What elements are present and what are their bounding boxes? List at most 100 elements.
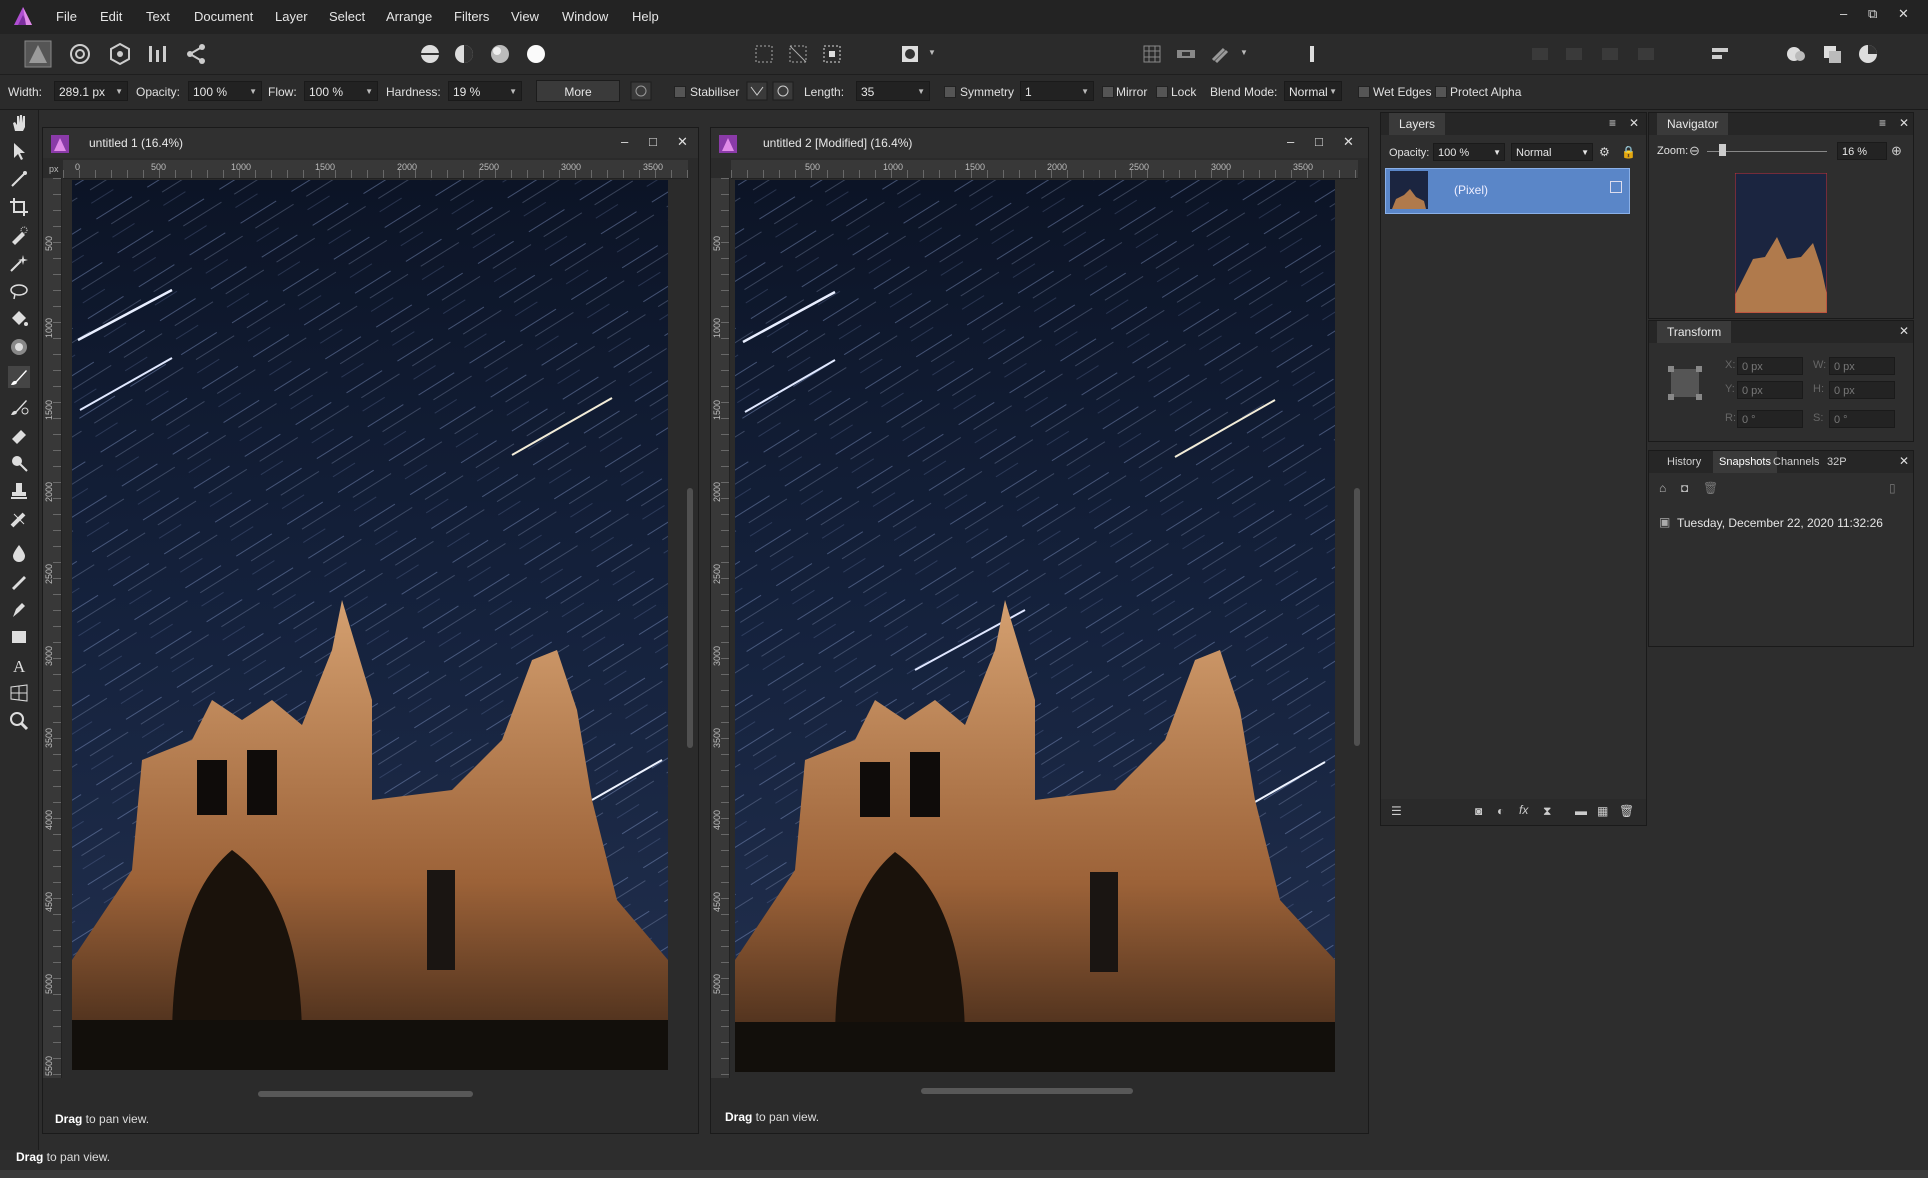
arrange-front-icon[interactable] bbox=[1634, 42, 1658, 66]
doc2-canvas[interactable] bbox=[735, 180, 1335, 1072]
window-mode-icon[interactable] bbox=[772, 81, 794, 101]
selection-brush-tool-icon[interactable] bbox=[8, 224, 30, 246]
layer-blend-select[interactable]: Normal ▼ bbox=[1511, 143, 1593, 161]
tab-layers[interactable]: Layers bbox=[1389, 113, 1446, 135]
transform-y-field[interactable]: 0 px bbox=[1737, 381, 1803, 399]
doc2-vertical-ruler[interactable]: 500 1000 1500 2000 2500 3000 3500 4000 4500 5000 bbox=[711, 178, 730, 1078]
menu-select[interactable]: Select bbox=[329, 9, 365, 24]
blend-mode-select[interactable]: Normal ▼ bbox=[1284, 81, 1342, 101]
doc1-horizontal-scrollbar[interactable] bbox=[258, 1091, 473, 1097]
auto-contrast-icon[interactable] bbox=[452, 42, 476, 66]
doc2-maximize-button[interactable]: □ bbox=[1315, 134, 1323, 149]
tab-transform[interactable]: Transform bbox=[1657, 321, 1732, 343]
context-toolbar-icon[interactable] bbox=[1300, 42, 1324, 66]
mask-layer-icon[interactable]: ◙ bbox=[1475, 804, 1482, 818]
tone-mapping-persona-icon[interactable] bbox=[146, 42, 170, 66]
opacity-field[interactable]: 100 % ▼ bbox=[188, 81, 262, 101]
quick-mask-dropdown-icon[interactable]: ▼ bbox=[928, 48, 936, 57]
layer-visibility-checkbox[interactable] bbox=[1610, 181, 1622, 193]
pen-tool-icon[interactable] bbox=[8, 598, 30, 620]
anchor-selector-icon[interactable] bbox=[1667, 365, 1703, 401]
crop-tool-icon[interactable] bbox=[8, 196, 30, 218]
tab-channels[interactable]: Channels bbox=[1773, 456, 1819, 468]
chevron-down-icon[interactable]: ▼ bbox=[1581, 144, 1589, 162]
layer-opacity-field[interactable]: 100 % ▼ bbox=[1433, 143, 1505, 161]
symmetry-checkbox[interactable] bbox=[944, 86, 956, 98]
tab-32p[interactable]: 32P bbox=[1827, 456, 1847, 468]
trash-icon[interactable]: 🗑 bbox=[1619, 804, 1634, 818]
more-button[interactable]: More bbox=[536, 80, 620, 102]
flood-select-tool-icon[interactable] bbox=[8, 252, 30, 274]
assistant-icon[interactable] bbox=[1784, 42, 1808, 66]
liquify-persona-icon[interactable] bbox=[68, 42, 92, 66]
menu-filters[interactable]: Filters bbox=[454, 9, 489, 24]
view-tool-hand-icon[interactable] bbox=[8, 112, 30, 134]
hardness-field[interactable]: 19 % ▼ bbox=[448, 81, 522, 101]
photo-persona-icon[interactable] bbox=[24, 40, 52, 68]
move-tool-icon[interactable] bbox=[8, 140, 30, 162]
doc1-horizontal-ruler[interactable]: 0 500 1000 1500 2000 2500 3000 3500 bbox=[63, 160, 688, 179]
chevron-down-icon[interactable]: ▼ bbox=[365, 82, 373, 102]
menu-view[interactable]: View bbox=[511, 9, 539, 24]
rectangle-tool-icon[interactable] bbox=[8, 626, 30, 648]
protect-alpha-checkbox[interactable] bbox=[1435, 86, 1447, 98]
app-restore-button[interactable]: ⧉ bbox=[1868, 6, 1877, 22]
navigator-thumbnail[interactable] bbox=[1735, 173, 1827, 313]
lock-checkbox[interactable] bbox=[1156, 86, 1168, 98]
gradient-tool-icon[interactable] bbox=[8, 336, 30, 358]
close-icon[interactable]: ✕ bbox=[1899, 324, 1909, 338]
width-field[interactable]: 289.1 px ▼ bbox=[54, 81, 128, 101]
new-document-from-snapshot-icon[interactable]: ▯ bbox=[1889, 481, 1896, 495]
artistic-text-tool-icon[interactable]: A bbox=[8, 654, 30, 676]
adjustment-layer-icon[interactable]: ◐ bbox=[1497, 804, 1504, 818]
chevron-down-icon[interactable]: ▼ bbox=[1329, 82, 1337, 102]
color-picker-icon[interactable] bbox=[1856, 42, 1880, 66]
add-snapshot-icon[interactable]: ⌂ bbox=[1659, 481, 1666, 495]
tab-snapshots[interactable]: Snapshots bbox=[1713, 451, 1777, 473]
doc2-vertical-scrollbar[interactable] bbox=[1354, 488, 1360, 746]
snapshot-item[interactable]: Tuesday, December 22, 2020 11:32:26 bbox=[1677, 516, 1883, 530]
zoom-out-icon[interactable]: ⊖ bbox=[1689, 143, 1700, 159]
alignment-icon[interactable] bbox=[1708, 42, 1732, 66]
live-filter-icon[interactable]: ⧗ bbox=[1543, 804, 1551, 819]
snapping-dropdown-icon[interactable]: ▼ bbox=[1240, 48, 1248, 57]
menu-document[interactable]: Document bbox=[194, 9, 253, 24]
transform-s-field[interactable]: 0 ° bbox=[1829, 410, 1895, 428]
restore-snapshot-icon[interactable]: ◘ bbox=[1681, 481, 1688, 495]
layer-row[interactable]: (Pixel) bbox=[1385, 168, 1630, 214]
snapping-options-icon[interactable] bbox=[1174, 42, 1198, 66]
lock-icon[interactable]: 🔒 bbox=[1621, 145, 1636, 159]
auto-levels-icon[interactable] bbox=[418, 42, 442, 66]
mesh-warp-tool-icon[interactable] bbox=[8, 682, 30, 704]
document-1-title-bar[interactable]: untitled 1 (16.4%) – □ ✕ bbox=[43, 128, 698, 158]
fx-icon[interactable]: fx bbox=[1519, 803, 1528, 817]
auto-white-balance-icon[interactable] bbox=[524, 42, 548, 66]
chevron-down-icon[interactable]: ▼ bbox=[115, 82, 123, 102]
blur-brush-tool-icon[interactable] bbox=[8, 542, 30, 564]
chevron-down-icon[interactable]: ▼ bbox=[1493, 144, 1501, 162]
invert-selection-icon[interactable] bbox=[820, 42, 844, 66]
clone-brush-tool-icon[interactable] bbox=[8, 480, 30, 502]
stabiliser-checkbox[interactable] bbox=[674, 86, 686, 98]
doc1-close-button[interactable]: ✕ bbox=[677, 134, 688, 150]
arrange-backward-icon[interactable] bbox=[1562, 42, 1586, 66]
flood-fill-tool-icon[interactable] bbox=[8, 308, 30, 330]
close-icon[interactable]: ✕ bbox=[1899, 116, 1909, 130]
chevron-down-icon[interactable]: ▼ bbox=[1081, 82, 1089, 102]
document-2-title-bar[interactable]: untitled 2 [Modified] (16.4%) – □ ✕ bbox=[711, 128, 1368, 158]
rope-mode-icon[interactable] bbox=[746, 81, 768, 101]
group-folder-icon[interactable]: ▬ bbox=[1575, 804, 1587, 818]
app-minimize-button[interactable]: – bbox=[1840, 6, 1847, 21]
doc2-minimize-button[interactable]: – bbox=[1287, 134, 1294, 149]
transform-w-field[interactable]: 0 px bbox=[1829, 357, 1895, 375]
deselect-icon[interactable] bbox=[786, 42, 810, 66]
arrange-forward-icon[interactable] bbox=[1598, 42, 1622, 66]
doc2-horizontal-ruler[interactable]: 500 1000 1500 2000 2500 3000 3500 bbox=[731, 160, 1358, 179]
doc1-canvas[interactable] bbox=[72, 180, 668, 1070]
length-field[interactable]: 35 ▼ bbox=[856, 81, 930, 101]
flow-field[interactable]: 100 % ▼ bbox=[304, 81, 378, 101]
chevron-down-icon[interactable]: ▼ bbox=[509, 82, 517, 102]
doc2-close-button[interactable]: ✕ bbox=[1343, 134, 1354, 150]
export-persona-icon[interactable] bbox=[184, 42, 208, 66]
snapping-grid-icon[interactable] bbox=[1140, 42, 1164, 66]
